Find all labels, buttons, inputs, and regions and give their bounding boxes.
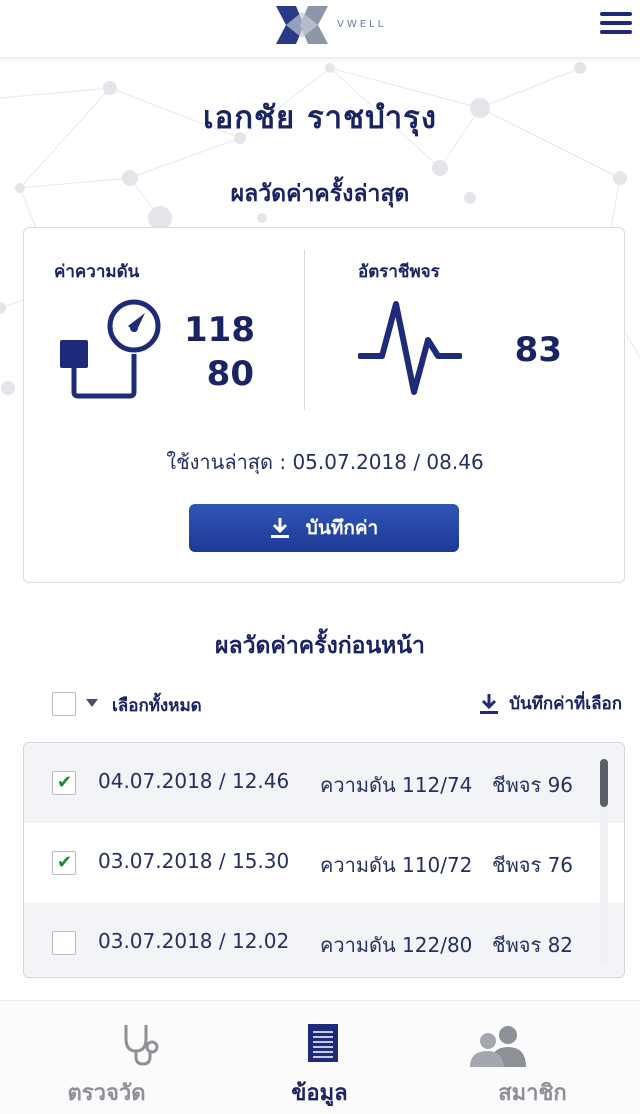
row-checkbox[interactable]	[52, 931, 76, 955]
nav-label: ตรวจวัด	[67, 1081, 146, 1106]
row-pressure: ความดัน 122/80	[320, 933, 473, 957]
systolic-value: 118	[184, 310, 255, 350]
download-icon	[480, 693, 499, 714]
nav-label: ข้อมูล	[291, 1081, 348, 1106]
row-pressure: ความดัน 112/74	[320, 773, 473, 797]
previous-results-title: ผลวัดค่าครั้งก่อนหน้า	[215, 633, 425, 659]
row-checkbox[interactable]: ✔	[52, 851, 76, 875]
members-icon	[470, 1026, 526, 1067]
nav-label: สมาชิก	[498, 1081, 567, 1106]
hamburger-menu-icon[interactable]	[600, 12, 636, 42]
row-pressure: ความดัน 110/72	[320, 853, 473, 877]
checkmark-icon: ✔	[57, 852, 73, 873]
history-list[interactable]: ✔ 04.07.2018 / 12.46 ความดัน 112/74 ชีพจ…	[23, 742, 625, 978]
heart-rate-value: 83	[514, 330, 562, 370]
app-header: VWELL	[0, 0, 640, 58]
last-used-timestamp: ใช้งานล่าสุด : 05.07.2018 / 08.46	[166, 450, 484, 474]
document-list-icon	[308, 1024, 338, 1062]
heart-rate-label: อัตราชีพจร	[358, 262, 440, 282]
latest-result-title: ผลวัดค่าครั้งล่าสุด	[230, 181, 410, 207]
select-all-label[interactable]: เลือกทั้งหมด	[112, 692, 202, 719]
heartbeat-pulse-icon	[358, 301, 462, 395]
row-pulse: ชีพจร 82	[492, 933, 574, 957]
history-row[interactable]: ✔ 03.07.2018 / 15.30 ความดัน 110/72 ชีพจ…	[24, 823, 624, 903]
checkmark-icon: ✔	[57, 772, 73, 793]
user-name: เอกชัย ราชบำรุง	[203, 100, 437, 136]
row-datetime: 03.07.2018 / 15.30	[98, 849, 290, 873]
save-values-button[interactable]: บันทึกค่า	[189, 504, 459, 552]
logo-text: VWELL	[337, 19, 387, 30]
stethoscope-icon	[124, 1025, 159, 1066]
history-row[interactable]: ✔ 04.07.2018 / 12.46 ความดัน 112/74 ชีพจ…	[24, 743, 624, 823]
save-selected-button[interactable]: บันทึกค่าที่เลือก	[479, 690, 622, 717]
row-pulse: ชีพจร 96	[492, 773, 574, 797]
nav-item-data[interactable]: ข้อมูล	[213, 1001, 426, 1114]
card-divider	[304, 250, 305, 410]
row-datetime: 03.07.2018 / 12.02	[98, 929, 290, 953]
nav-item-measure[interactable]: ตรวจวัด	[0, 1001, 213, 1114]
row-checkbox[interactable]: ✔	[52, 771, 76, 795]
download-icon	[270, 518, 289, 538]
row-pulse: ชีพจร 76	[492, 853, 574, 877]
save-values-label: บันทึกค่า	[305, 517, 379, 539]
save-selected-label: บันทึกค่าที่เลือก	[509, 694, 622, 714]
row-datetime: 04.07.2018 / 12.46	[98, 769, 290, 793]
blood-pressure-gauge-icon	[60, 299, 161, 399]
chevron-down-icon[interactable]	[86, 699, 98, 707]
bottom-nav: ตรวจวัด ข้อมูล สมาชิก	[0, 1000, 640, 1114]
blood-pressure-label: ค่าความดัน	[54, 262, 140, 282]
nav-item-members[interactable]: สมาชิก	[426, 1001, 639, 1114]
select-all-checkbox[interactable]	[52, 692, 76, 716]
latest-result-card: ค่าความดัน 118 80 อัตราชีพจร 83 ใช้งานล่…	[23, 227, 625, 583]
history-toolbar: เลือกทั้งหมด บันทึกค่าที่เลือก	[0, 686, 640, 726]
scrollbar-thumb[interactable]	[600, 759, 608, 807]
diastolic-value: 80	[206, 354, 254, 394]
history-row[interactable]: 03.07.2018 / 12.02 ความดัน 122/80 ชีพจร …	[24, 903, 624, 977]
